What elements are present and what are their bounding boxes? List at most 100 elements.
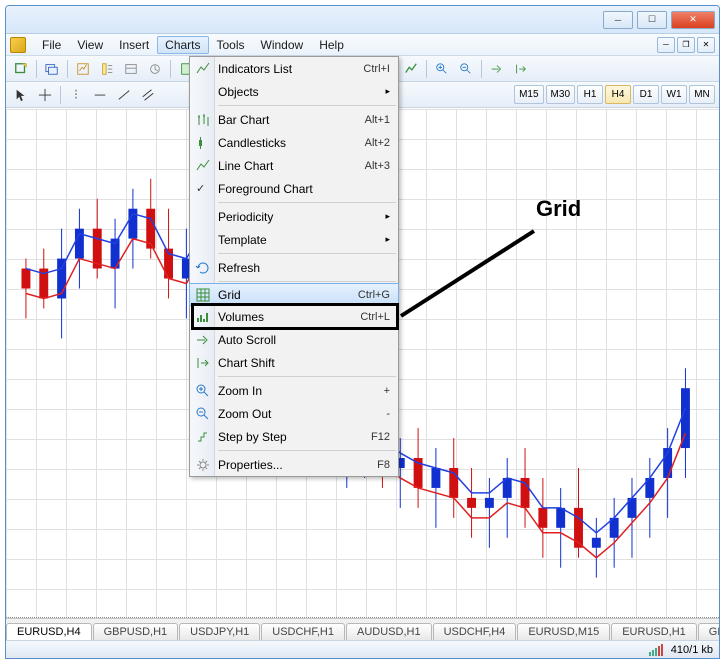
submenu-arrow-icon: ▸ [385, 234, 390, 245]
crosshair-button[interactable] [34, 85, 56, 105]
grid-icon [195, 287, 211, 303]
connection-rate: 410/1 kb [671, 644, 713, 656]
chart-tab[interactable]: USDCHF,H1 [261, 623, 345, 640]
menu-item-refresh[interactable]: Refresh [190, 256, 398, 279]
app-window: ─ ☐ ✕ FileViewInsertChartsToolsWindowHel… [5, 5, 720, 659]
trendline-button[interactable] [113, 85, 135, 105]
menu-item-line-chart[interactable]: Line Chart Alt+3 [190, 154, 398, 177]
menu-file[interactable]: File [34, 36, 69, 54]
new-chart-button[interactable] [10, 59, 32, 79]
mdi-restore-button[interactable]: ❐ [677, 37, 695, 53]
menu-separator [218, 202, 396, 203]
menu-shortcut: + [384, 385, 390, 397]
menu-item-auto-scroll[interactable]: Auto Scroll [190, 328, 398, 351]
charts-menu-dropdown: Indicators ListCtrl+IObjects▸ Bar ChartAl… [189, 56, 399, 477]
close-button[interactable]: ✕ [671, 11, 715, 29]
timeframe-w1[interactable]: W1 [661, 85, 687, 104]
market-watch-button[interactable] [72, 59, 94, 79]
minimize-button[interactable]: ─ [603, 11, 633, 29]
profiles-button[interactable] [41, 59, 63, 79]
menu-tools[interactable]: Tools [209, 36, 253, 54]
chart-tab[interactable]: EURUSD,H4 [6, 623, 92, 640]
props-icon [195, 457, 211, 473]
zoomin-icon [195, 383, 211, 399]
timeframe-mn[interactable]: MN [689, 85, 715, 104]
timeframe-d1[interactable]: D1 [633, 85, 659, 104]
menu-item-step-by-step[interactable]: Step by StepF12 [190, 425, 398, 448]
menu-item-label: Periodicity [218, 210, 273, 224]
menu-shortcut: Alt+3 [365, 160, 390, 172]
zoom-in-button[interactable] [431, 59, 453, 79]
menu-item-label: Properties... [218, 458, 283, 472]
submenu-arrow-icon: ▸ [385, 86, 390, 97]
menu-view[interactable]: View [69, 36, 111, 54]
menu-item-label: Zoom In [218, 384, 262, 398]
menu-item-label: Grid [218, 288, 241, 302]
timeframe-h1[interactable]: H1 [577, 85, 603, 104]
menu-separator [218, 281, 396, 282]
menu-item-bar-chart[interactable]: Bar ChartAlt+1 [190, 108, 398, 131]
menu-item-volumes[interactable]: Volumes Ctrl+L [190, 305, 398, 328]
strategy-tester-button[interactable] [144, 59, 166, 79]
navigator-button[interactable] [96, 59, 118, 79]
menu-item-objects[interactable]: Objects▸ [190, 80, 398, 103]
menu-item-zoom-out[interactable]: Zoom Out - [190, 402, 398, 425]
chart-tab[interactable]: AUDUSD,H1 [346, 623, 432, 640]
titlebar: ─ ☐ ✕ [6, 6, 719, 34]
menu-shortcut: Ctrl+G [358, 289, 390, 301]
candle-icon [195, 135, 211, 151]
menu-window[interactable]: Window [253, 36, 312, 54]
step-icon [195, 429, 211, 445]
timeframe-m30[interactable]: M30 [546, 85, 575, 104]
menu-item-label: Indicators List [218, 62, 292, 76]
channel-button[interactable] [137, 85, 159, 105]
menu-shortcut: Alt+1 [365, 114, 390, 126]
annotation-label: Grid [536, 196, 581, 222]
menu-item-indicators-list[interactable]: Indicators ListCtrl+I [190, 57, 398, 80]
terminal-button[interactable] [120, 59, 142, 79]
menu-item-chart-shift[interactable]: Chart Shift [190, 351, 398, 374]
menu-item-label: Chart Shift [218, 356, 275, 370]
menu-item-foreground-chart[interactable]: ✓Foreground Chart [190, 177, 398, 200]
chart-tab[interactable]: USDJPY,H1 [179, 623, 260, 640]
app-icon [10, 37, 26, 53]
maximize-button[interactable]: ☐ [637, 11, 667, 29]
menu-insert[interactable]: Insert [111, 36, 157, 54]
auto-scroll-button[interactable] [486, 59, 508, 79]
chart-tabs: EURUSD,H4GBPUSD,H1USDJPY,H1USDCHF,H1AUDU… [6, 618, 719, 640]
chart-tab[interactable]: EURUSD,H1 [611, 623, 697, 640]
chart-tab[interactable]: GBPUSD,H1 [93, 623, 179, 640]
chart-tab[interactable]: GE [698, 623, 719, 640]
timeframe-h4[interactable]: H4 [605, 85, 631, 104]
chart-tab[interactable]: USDCHF,H4 [433, 623, 517, 640]
menu-item-candlesticks[interactable]: CandlesticksAlt+2 [190, 131, 398, 154]
menu-item-zoom-in[interactable]: Zoom In + [190, 379, 398, 402]
mdi-minimize-button[interactable]: ─ [657, 37, 675, 53]
zoom-out-button[interactable] [455, 59, 477, 79]
chart-tab[interactable]: EURUSD,M15 [517, 623, 610, 640]
menu-charts[interactable]: Charts [157, 36, 208, 54]
timeframe-m15[interactable]: M15 [514, 85, 543, 104]
menu-item-label: Zoom Out [218, 407, 271, 421]
menu-shortcut: F8 [377, 459, 390, 471]
menu-item-label: Foreground Chart [218, 182, 313, 196]
line-chart-button[interactable] [400, 59, 422, 79]
menu-item-template[interactable]: Template▸ [190, 228, 398, 251]
menu-help[interactable]: Help [311, 36, 352, 54]
chart-shift-button[interactable] [510, 59, 532, 79]
mdi-close-button[interactable]: ✕ [697, 37, 715, 53]
menu-item-properties-[interactable]: Properties... F8 [190, 453, 398, 476]
menu-item-grid[interactable]: Grid Ctrl+G [189, 283, 399, 306]
menu-shortcut: - [386, 408, 390, 420]
cursor-button[interactable] [10, 85, 32, 105]
vertical-line-button[interactable] [65, 85, 87, 105]
menu-item-periodicity[interactable]: Periodicity▸ [190, 205, 398, 228]
menu-item-label: Volumes [218, 310, 264, 324]
connection-signal-icon [649, 644, 663, 656]
menubar: FileViewInsertChartsToolsWindowHelp ─ ❐ … [6, 34, 719, 56]
refresh-icon [195, 260, 211, 276]
indicators-icon [195, 61, 211, 77]
menu-shortcut: Ctrl+L [360, 311, 390, 323]
horizontal-line-button[interactable] [89, 85, 111, 105]
menu-item-label: Line Chart [218, 159, 273, 173]
